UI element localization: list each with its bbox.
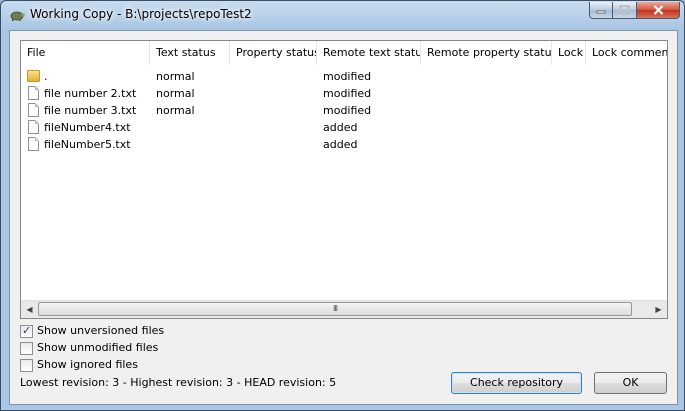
text-status: normal — [156, 87, 195, 100]
text-status: normal — [156, 70, 195, 83]
file-icon — [28, 103, 39, 117]
table-row[interactable]: . normal modified — [21, 68, 667, 85]
check-repository-button[interactable]: Check repository — [451, 372, 582, 394]
show-ignored-label[interactable]: Show ignored files — [37, 358, 138, 372]
column-header-lock-comment[interactable]: Lock comment — [586, 41, 667, 65]
maximize-icon — [619, 5, 630, 15]
close-icon — [653, 5, 663, 15]
remote-text-status: added — [323, 121, 358, 134]
minimize-icon — [596, 10, 606, 14]
show-ignored-option[interactable]: Show ignored files — [20, 357, 138, 373]
show-unmodified-option[interactable]: Show unmodified files — [20, 340, 158, 356]
remote-text-status: modified — [323, 104, 372, 117]
ok-button[interactable]: OK — [594, 372, 667, 394]
scroll-left-icon[interactable]: ◀ — [21, 301, 38, 318]
window: Working Copy - B:\projects\repoTest2 Fil… — [0, 0, 685, 411]
file-name: file number 2.txt — [44, 87, 137, 100]
show-unversioned-checkbox[interactable] — [20, 324, 33, 338]
show-unmodified-checkbox[interactable] — [20, 341, 33, 355]
revision-status: Lowest revision: 3 - Highest revision: 3… — [20, 376, 337, 389]
tortoise-icon — [10, 11, 25, 21]
maximize-button[interactable] — [613, 2, 637, 19]
remote-text-status: added — [323, 138, 358, 151]
remote-text-status: modified — [323, 87, 372, 100]
file-icon — [28, 120, 39, 134]
dialog-body: File Text status Property status Remote … — [9, 30, 678, 405]
file-name: . — [44, 70, 48, 83]
file-icon — [28, 86, 39, 100]
table-row[interactable]: fileNumber4.txt added — [21, 119, 667, 136]
file-name: file number 3.txt — [44, 104, 137, 117]
table-row[interactable]: file number 3.txt normal modified — [21, 102, 667, 119]
show-unversioned-label[interactable]: Show unversioned files — [37, 324, 164, 338]
scroll-right-icon[interactable]: ▶ — [650, 301, 667, 318]
window-title: Working Copy - B:\projects\repoTest2 — [30, 7, 252, 21]
file-name: fileNumber4.txt — [44, 121, 131, 134]
list-header: File Text status Property status Remote … — [21, 41, 667, 65]
column-header-remote-property-status[interactable]: Remote property status — [421, 41, 552, 65]
table-row[interactable]: fileNumber5.txt added — [21, 136, 667, 153]
horizontal-scrollbar[interactable]: ◀ III ▶ — [21, 300, 667, 318]
scrollbar-thumb[interactable]: III — [38, 302, 632, 316]
file-name: fileNumber5.txt — [44, 138, 131, 151]
show-unversioned-option[interactable]: Show unversioned files — [20, 323, 164, 339]
list-rows: . normal modified file number 2.txt norm… — [21, 68, 667, 153]
column-header-file[interactable]: File — [21, 41, 150, 65]
working-copy-list[interactable]: File Text status Property status Remote … — [20, 40, 668, 319]
file-icon — [28, 137, 39, 151]
table-row[interactable]: file number 2.txt normal modified — [21, 85, 667, 102]
minimize-button[interactable] — [589, 2, 613, 19]
folder-icon — [27, 70, 40, 82]
show-ignored-checkbox[interactable] — [20, 358, 33, 372]
close-button[interactable] — [637, 2, 680, 19]
column-header-property-status[interactable]: Property status — [230, 41, 317, 65]
show-unmodified-label[interactable]: Show unmodified files — [37, 341, 158, 355]
remote-text-status: modified — [323, 70, 372, 83]
title-bar[interactable]: Working Copy - B:\projects\repoTest2 — [1, 1, 684, 29]
text-status: normal — [156, 104, 195, 117]
column-header-text-status[interactable]: Text status — [150, 41, 230, 65]
column-header-remote-text-status[interactable]: Remote text status — [317, 41, 421, 65]
column-header-lock[interactable]: Lock — [552, 41, 586, 65]
